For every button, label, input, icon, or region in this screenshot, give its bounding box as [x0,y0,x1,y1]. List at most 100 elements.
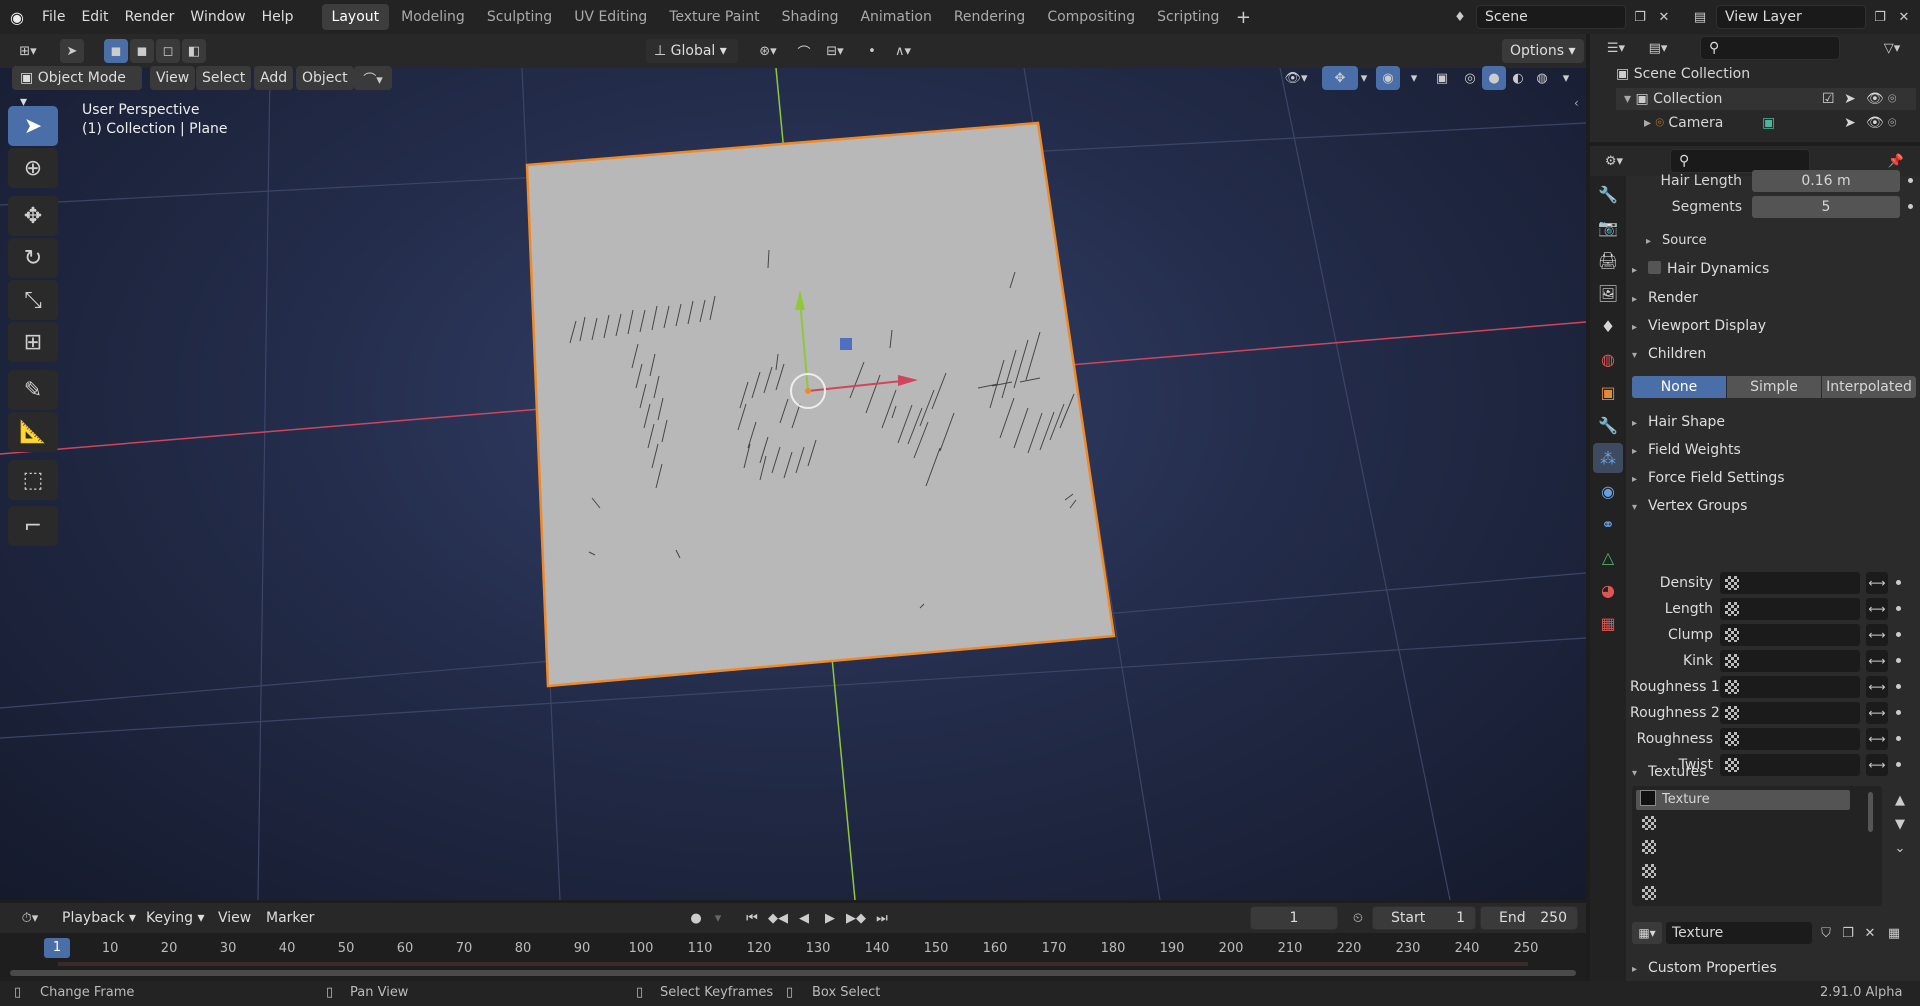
jump-end-icon[interactable]: ⏭ [870,906,894,930]
scene-tab-icon[interactable]: ♦ [1593,311,1623,341]
hair-shape-panel[interactable]: ▸ Hair Shape [1632,410,1725,434]
vertex-group-field[interactable] [1720,572,1860,594]
texture-name-field[interactable]: Texture [1666,922,1812,944]
keyframe-dot-icon[interactable] [1908,178,1913,183]
add-workspace-icon[interactable]: + [1231,5,1255,29]
vertex-group-field[interactable] [1720,650,1860,672]
overlay-dropdown-icon[interactable]: ▾ [1402,66,1426,90]
select-extend-icon[interactable]: ◼ [130,39,154,63]
wireframe-shading-icon[interactable]: ◎ [1458,66,1482,90]
menu-file[interactable]: File [34,0,73,34]
keyframe-dot-icon[interactable] [1896,762,1901,767]
move-down-icon[interactable]: ▼ [1888,812,1912,836]
new-view-layer-icon[interactable]: ❐ [1868,5,1892,29]
collapse-sidebar-icon[interactable]: ‹ [1574,96,1579,110]
outliner-search-input[interactable]: ⚲ [1700,36,1840,60]
empty-slot-icon[interactable] [1642,816,1656,830]
list-menu-icon[interactable]: ⌄ [1888,836,1912,860]
selected-plane[interactable] [525,121,1116,688]
select-tool-icon[interactable]: ➤ [60,39,84,63]
keyframe-dot-icon[interactable] [1896,632,1901,637]
rotate-tool-icon[interactable]: ↻ [8,238,58,278]
children-interpolated-button[interactable]: Interpolated [1822,376,1916,398]
record-dropdown-icon[interactable]: ▾ [706,906,730,930]
rendered-shading-icon[interactable]: ◍ [1530,66,1554,90]
physics-tab-icon[interactable]: ◉ [1593,476,1623,506]
overlay-toggle-icon[interactable]: ◉ [1376,66,1400,90]
hair-dynamics-panel[interactable]: ▸ Hair Dynamics [1632,257,1769,281]
render-panel[interactable]: ▸ Render [1632,286,1698,310]
display-mode-icon[interactable]: ▤▾ [1640,36,1676,60]
tab-scripting[interactable]: Scripting [1147,4,1229,30]
field-weights-panel[interactable]: ▸ Field Weights [1632,438,1741,462]
keyframe-dot-icon[interactable] [1896,580,1901,585]
prev-keyframe-icon[interactable]: ◆◀ [766,906,790,930]
outliner-editor-icon[interactable]: ☰▾ [1598,36,1634,60]
add-cube-tool-icon[interactable]: ⬚ [8,460,58,500]
world-tab-icon[interactable]: ◍ [1593,344,1623,374]
gizmo-dropdown-icon[interactable]: ▾ [1352,66,1376,90]
textures-panel[interactable]: ▾ Textures [1632,760,1707,784]
empty-slot-icon[interactable] [1642,864,1656,878]
keyframe-dot-icon[interactable] [1896,658,1901,663]
selectable-icon[interactable]: ➤ [1844,88,1856,110]
vertex-group-field[interactable] [1720,676,1860,698]
select-new-icon[interactable]: ◼ [104,39,128,63]
move-tool-icon[interactable]: ✥ [8,196,58,236]
tab-layout[interactable]: Layout [321,4,390,30]
keyframe-dot-icon[interactable] [1896,736,1901,741]
texture-browse-icon[interactable]: ▦▾ [1632,922,1662,944]
scale-tool-icon[interactable]: ⤡ [8,280,58,320]
tab-modeling[interactable]: Modeling [391,4,475,30]
record-icon[interactable]: ● [684,906,708,930]
editor-type-icon[interactable]: ⊞▾ [8,39,48,63]
3d-viewport[interactable]: User Perspective (1) Collection | Plane … [0,68,1586,900]
tool-tab-icon[interactable]: 🔧 [1593,179,1623,209]
material-tab-icon[interactable]: ◕ [1593,575,1623,605]
source-subpanel[interactable]: ▸ Source [1646,229,1707,253]
object-tab-icon[interactable]: ▣ [1593,377,1623,407]
tab-sculpting[interactable]: Sculpting [477,4,562,30]
shading-dropdown-icon[interactable]: ▾ [1554,66,1578,90]
modifier-tab-icon[interactable]: 🔧 [1593,410,1623,440]
remove-scene-icon[interactable]: ✕ [1652,5,1676,29]
view-layer-icon[interactable]: ▤ [1688,5,1712,29]
end-frame-field[interactable]: End 250 [1480,906,1578,930]
jump-start-icon[interactable]: ⏮ [740,906,764,930]
texture-slot-active[interactable]: Texture [1636,790,1850,810]
vertex-group-field[interactable] [1720,702,1860,724]
particles-tab-icon[interactable]: ⁂ [1593,443,1623,473]
output-tab-icon[interactable]: 🖨 [1593,245,1623,275]
empty-slot-icon[interactable] [1642,886,1656,900]
pivot-icon[interactable]: ⊛▾ [750,39,786,63]
annotate-tool-icon[interactable]: ✎ [8,370,58,410]
invert-arrows-icon[interactable]: ⟷ [1866,650,1888,672]
unlink-icon[interactable]: ✕ [1858,921,1882,945]
playhead-frame[interactable]: 1 [44,938,70,958]
menu-object[interactable]: Object [296,66,354,90]
options-dropdown[interactable]: Options ▾ [1502,39,1584,63]
segments-field[interactable]: 5 [1752,196,1900,218]
object-mode-dropdown[interactable]: ▣ Object Mode ▾ [12,66,142,110]
texture-slot-list[interactable]: Texture [1632,786,1882,906]
invert-arrows-icon[interactable]: ⟷ [1866,702,1888,724]
orientation-dropdown[interactable]: ⊥ Global ▾ [646,39,738,63]
falloff-icon[interactable]: ∧▾ [886,39,920,63]
viewport-display-panel[interactable]: ▸ Viewport Display [1632,314,1766,338]
custom-properties-panel[interactable]: ▸ Custom Properties [1632,956,1777,980]
tab-animation[interactable]: Animation [850,4,941,30]
select-box-tool-icon[interactable]: ➤ [8,106,58,146]
transform-tool-icon[interactable]: ⊞ [8,322,58,362]
menu-timeline-view[interactable]: View [212,906,257,930]
cursor-tool-icon[interactable]: ⊕ [8,148,58,188]
add-curve-tool-icon[interactable]: ⌐ [8,506,58,546]
texture-tab-icon[interactable]: ▦ [1593,608,1623,638]
keyframe-dot-icon[interactable] [1896,710,1901,715]
tab-rendering[interactable]: Rendering [944,4,1036,30]
proportional-icon[interactable]: • [860,39,884,63]
constraints-tab-icon[interactable]: ⚭ [1593,509,1623,539]
fake-user-icon[interactable]: ⛉ [1814,921,1838,945]
collection-row[interactable]: ▾ ▣ Collection ☑ ➤ 👁 ⌾ [1616,88,1916,110]
move-up-icon[interactable]: ▲ [1888,788,1912,812]
checkbox-icon[interactable]: ☑ [1822,88,1835,110]
